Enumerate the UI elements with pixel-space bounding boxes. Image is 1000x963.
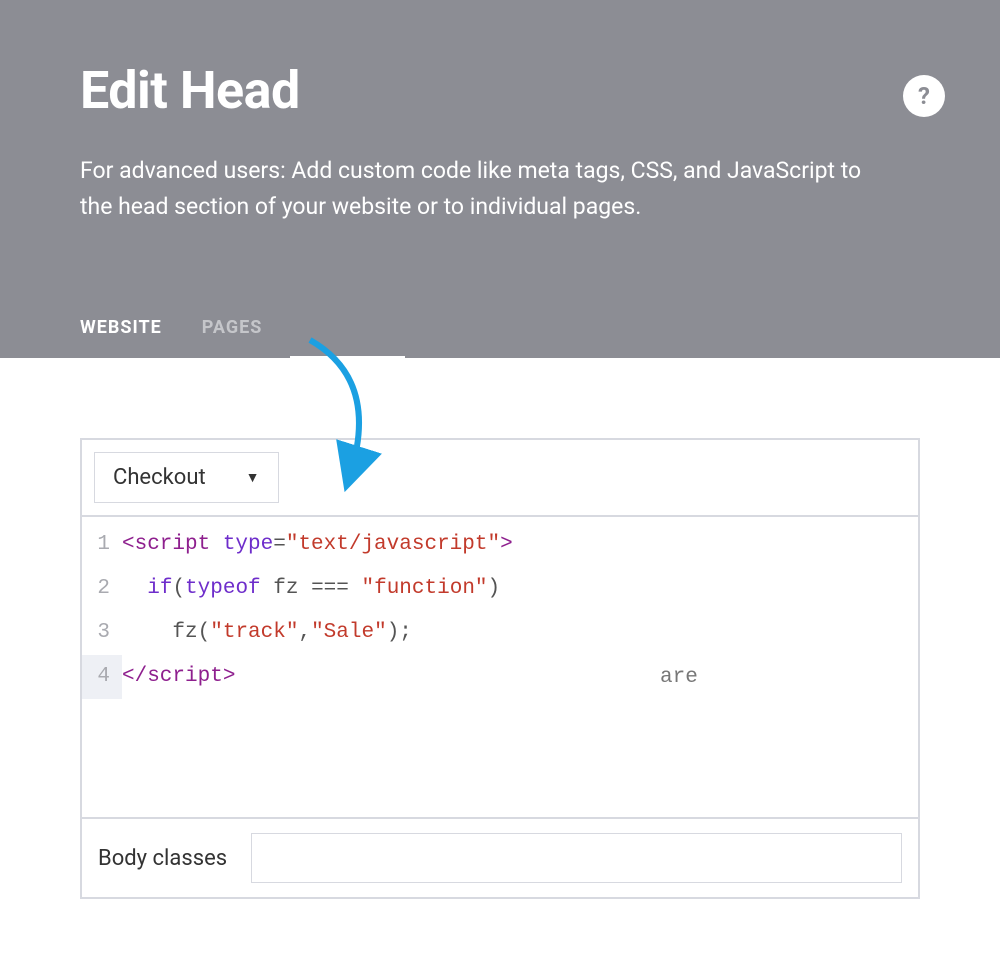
line-number: 4	[82, 655, 122, 699]
body-classes-input[interactable]	[251, 833, 902, 883]
code-text: </script>	[122, 655, 918, 699]
editor-panel: Checkout ▼ 1 <script type="text/javascri…	[80, 438, 920, 899]
dropdown-label: Checkout	[113, 465, 206, 490]
code-line: 4 </script>	[82, 655, 918, 699]
body-classes-label: Body classes	[98, 846, 227, 871]
body-classes-row: Body classes	[82, 817, 918, 897]
chevron-down-icon: ▼	[246, 469, 260, 486]
code-line: 2 if(typeof fz === "function")	[82, 567, 918, 611]
code-editor[interactable]: 1 <script type="text/javascript"> 2 if(t…	[82, 517, 918, 817]
line-number: 1	[82, 523, 122, 567]
help-button[interactable]: ?	[903, 75, 945, 117]
header-panel: Edit Head For advanced users: Add custom…	[0, 0, 1000, 358]
content-area: Checkout ▼ 1 <script type="text/javascri…	[0, 358, 1000, 899]
tab-pages[interactable]: PAGES	[202, 317, 263, 358]
panel-toolbar: Checkout ▼	[82, 440, 918, 517]
line-number: 2	[82, 567, 122, 611]
page-description: For advanced users: Add custom code like…	[80, 153, 880, 224]
code-text: if(typeof fz === "function")	[122, 567, 918, 611]
stray-text: are	[660, 656, 698, 700]
code-text: <script type="text/javascript">	[122, 523, 918, 567]
code-line: 3 fz("track","Sale");	[82, 611, 918, 655]
page-select-dropdown[interactable]: Checkout ▼	[94, 452, 279, 503]
page-title: Edit Head	[80, 60, 920, 121]
tab-website[interactable]: WEBSITE	[80, 317, 162, 358]
help-icon: ?	[918, 82, 930, 110]
line-number: 3	[82, 611, 122, 655]
tabs: WEBSITE PAGES	[80, 317, 262, 358]
code-text: fz("track","Sale");	[122, 611, 918, 655]
code-line: 1 <script type="text/javascript">	[82, 523, 918, 567]
tab-indicator	[290, 356, 405, 360]
